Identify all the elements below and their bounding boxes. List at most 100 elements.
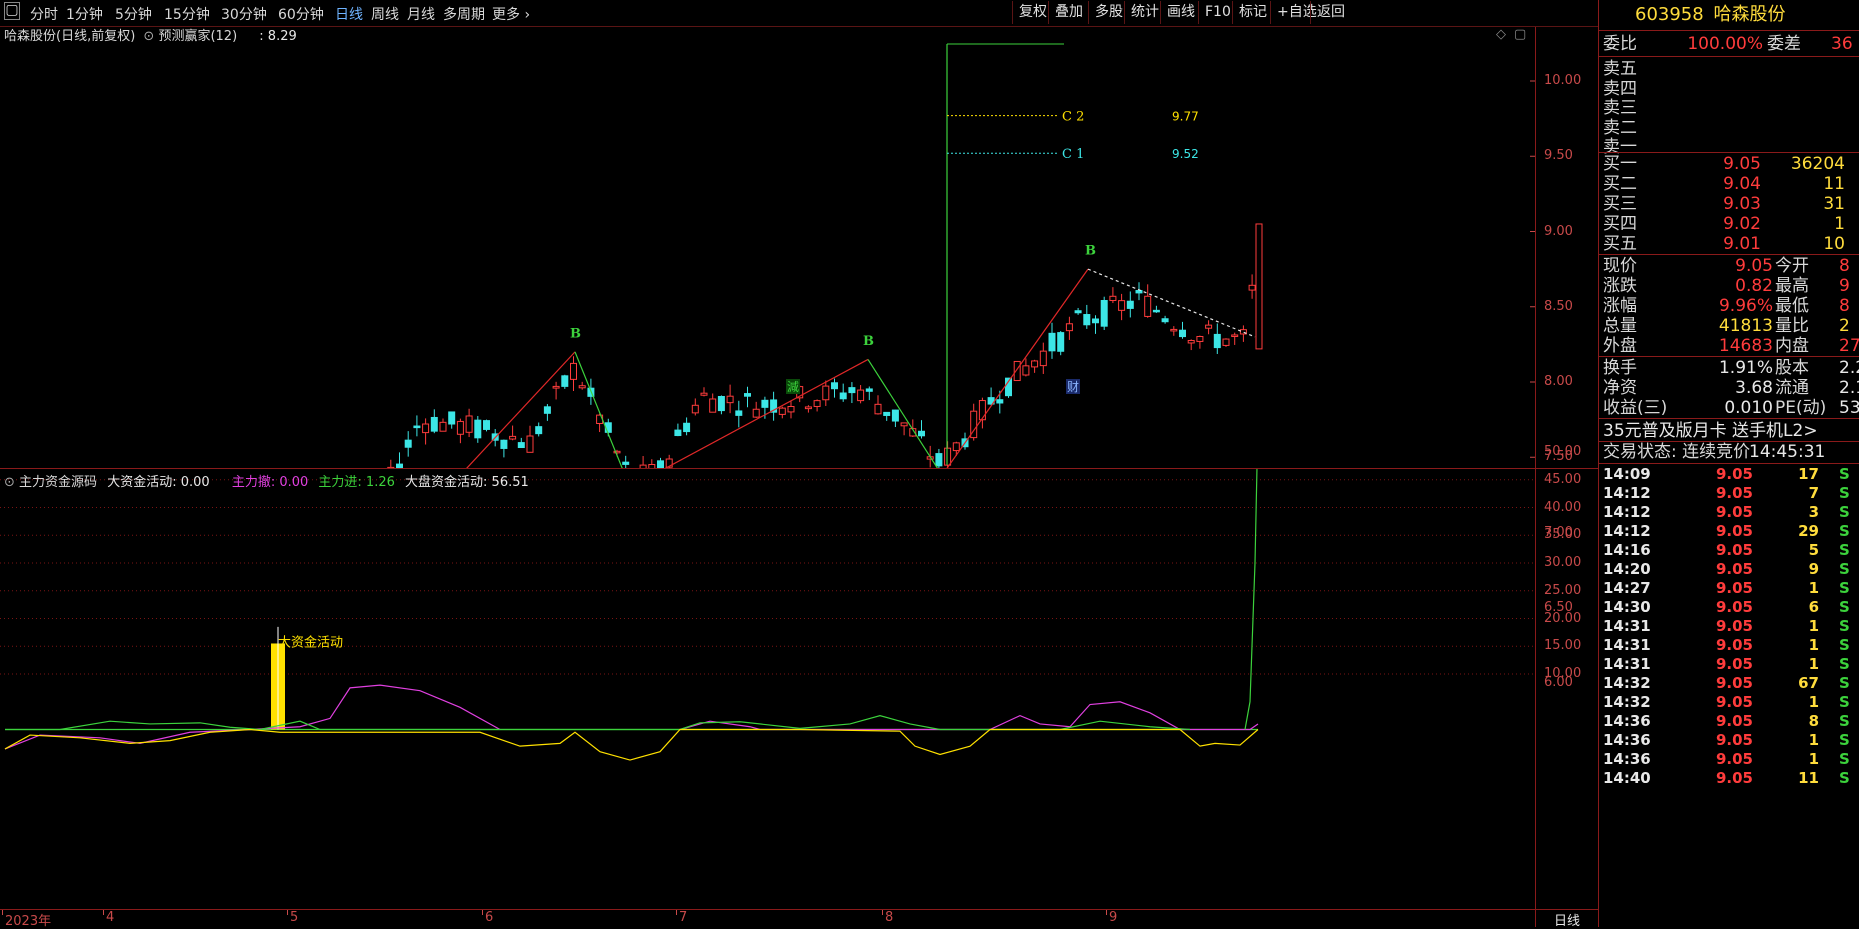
sell-level-label: 卖五 — [1603, 59, 1637, 79]
candle-body — [978, 400, 986, 421]
quote-row: 涨幅 9.96% 最低 8 — [1603, 295, 1850, 317]
indicator-toggle-icon[interactable]: ⊙ — [143, 29, 154, 44]
candle-body — [552, 385, 560, 389]
tick-time: 14:36 — [1603, 712, 1651, 730]
quote-row: 现价 9.05 今开 8 — [1603, 255, 1850, 277]
period-tab-0[interactable]: 分时 — [30, 4, 58, 24]
quote-panel: 603958 哈森股份 委比 100.00% 委差 36 卖五 卖四 卖三 卖二 卖一 … — [1598, 0, 1859, 927]
toolbar-button-0[interactable]: 复权 — [1012, 1, 1053, 24]
buy-row[interactable]: 买五 9.01 10 — [1603, 233, 1845, 255]
time-tick-mark — [103, 910, 104, 915]
buy-volume: 31 — [1823, 194, 1845, 214]
quote-value: 14683 — [1718, 336, 1773, 356]
stock-title: 哈森股份(日线,前复权) — [4, 29, 136, 44]
candle-body — [500, 439, 508, 449]
diamond-icon[interactable]: ◇ — [1496, 27, 1506, 42]
period-tab-5[interactable]: 60分钟 — [278, 4, 324, 24]
buy-price: 9.05 — [1723, 154, 1761, 174]
quote-label-2: 内盘 — [1775, 336, 1809, 356]
period-tab-10[interactable]: 更多 › — [492, 4, 530, 24]
candle-body — [1213, 333, 1221, 349]
candle-body — [1065, 323, 1073, 332]
tick-time: 14:36 — [1603, 731, 1651, 749]
candle-body — [1083, 314, 1091, 326]
tick-time: 14:32 — [1603, 674, 1651, 692]
candle-body — [526, 435, 534, 453]
candle-body — [857, 389, 865, 402]
period-tab-3[interactable]: 15分钟 — [164, 4, 210, 24]
tick-time: 14:16 — [1603, 541, 1651, 559]
sub-chart-title: ⊙ 主力资金源码 大资金活动: 0.00 主力撤: 0.00 主力进: 1.26… — [4, 471, 529, 490]
fund-value: 1.91% — [1718, 358, 1773, 378]
window-icon[interactable]: ▢ — [4, 2, 20, 20]
period-tab-2[interactable]: 5分钟 — [115, 4, 152, 24]
zigzag-line — [664, 358, 869, 468]
stock-code: 603958 — [1635, 4, 1704, 25]
toolbar-button-2[interactable]: 多股 — [1088, 1, 1129, 24]
candle-body — [918, 430, 925, 437]
candle-body — [683, 422, 691, 433]
fund-value-2: 53 — [1839, 398, 1859, 418]
candle-body — [996, 399, 1004, 404]
period-tab-9[interactable]: 多周期 — [443, 4, 485, 24]
tick-time: 14:31 — [1603, 655, 1651, 673]
quote-label: 现价 — [1603, 256, 1637, 276]
buy-level-label: 买五 — [1603, 234, 1637, 254]
candle-body — [404, 439, 412, 448]
period-tab-4[interactable]: 30分钟 — [221, 4, 267, 24]
window-icon[interactable]: ▢ — [1514, 27, 1526, 42]
level-value: 9.52 — [1172, 147, 1199, 161]
candle-body — [822, 385, 830, 401]
fund-label-2: 流通 — [1775, 378, 1809, 398]
candle-body — [883, 411, 891, 416]
candle-body — [483, 420, 490, 430]
fund-row: 收益(三) 0.010 PE(动) 53 — [1603, 397, 1859, 419]
fund-value: 3.68 — [1735, 378, 1773, 398]
sub-toggle-icon[interactable]: ⊙ — [4, 475, 15, 490]
time-tick: 6 — [485, 910, 494, 925]
toolbar-button-8[interactable]: 返回 — [1310, 1, 1351, 24]
webi-row: 委比 100.00% 委差 36 — [1603, 33, 1853, 55]
quote-value: 0.82 — [1735, 276, 1773, 296]
tick-time: 14:30 — [1603, 598, 1651, 616]
fund-label-2: 股本 — [1775, 358, 1809, 378]
indicator-name: 预测赢家(12) — [158, 29, 238, 44]
fund-flow-chart[interactable]: 大资金活动 — [0, 469, 1535, 909]
toolbar-button-3[interactable]: 统计 — [1124, 1, 1165, 24]
candle-body — [1222, 338, 1230, 346]
buy-row[interactable]: 买一 9.05 36204 — [1603, 153, 1845, 175]
period-tab-6[interactable]: 日线 — [335, 4, 363, 24]
quote-value-2: 9 — [1839, 276, 1850, 296]
candle-body — [1231, 334, 1239, 337]
price-tick: 10.00 — [1544, 73, 1582, 88]
quote-value: 9.96% — [1718, 296, 1773, 316]
period-tab-7[interactable]: 周线 — [371, 4, 399, 24]
time-tick-mark — [287, 910, 288, 915]
buy-row[interactable]: 买二 9.04 11 — [1603, 173, 1845, 195]
candle-body — [578, 385, 586, 389]
candle-body — [509, 435, 517, 440]
sub-value-axis: 50.00 45.00 40.00 35.00 30.00 25.00 20.00 15.00… — [1536, 444, 1598, 909]
candle-body — [1057, 332, 1065, 352]
period-tab-8[interactable]: 月线 — [407, 4, 435, 24]
sell-level-label: 卖三 — [1603, 98, 1637, 118]
candle-body — [848, 387, 856, 394]
toolbar-button-4[interactable]: 画线 — [1160, 1, 1201, 24]
candle-body — [1161, 318, 1169, 323]
candle-body — [657, 460, 664, 468]
candle-body — [1152, 309, 1160, 313]
buy-row[interactable]: 买四 9.02 1 — [1603, 213, 1845, 235]
candlestick-chart[interactable]: ABABABABC 29.77C 19.52減财 — [0, 27, 1535, 468]
candle-body — [439, 421, 447, 432]
period-tab-1[interactable]: 1分钟 — [66, 4, 103, 24]
candle-body — [1013, 360, 1021, 382]
time-tick: 7 — [679, 910, 688, 925]
period-label[interactable]: 日线 — [1554, 910, 1580, 929]
buy-row[interactable]: 买三 9.03 31 — [1603, 193, 1845, 215]
candle-body — [1118, 300, 1126, 311]
candle-body — [726, 395, 734, 404]
promo-link[interactable]: 35元普及版月卡 送手机L2> — [1603, 420, 1818, 442]
toolbar-button-1[interactable]: 叠加 — [1048, 1, 1089, 24]
time-tick: 9 — [1109, 910, 1118, 925]
toolbar-button-6[interactable]: 标记 — [1232, 1, 1273, 24]
